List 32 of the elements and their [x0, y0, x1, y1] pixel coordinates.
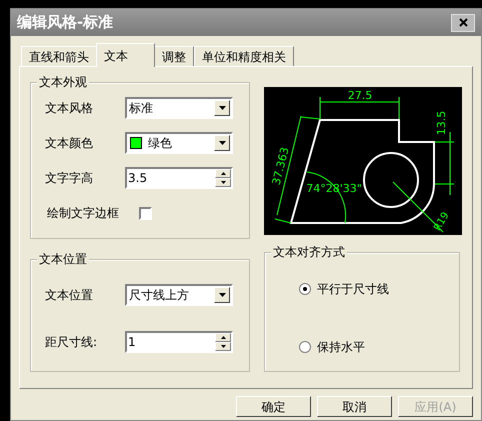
- group-title: 文本对齐方式: [271, 244, 347, 260]
- dialog-button[interactable]: 取消: [317, 396, 392, 417]
- radio-button[interactable]: [299, 341, 311, 353]
- spinner-buttons-icon[interactable]: [215, 169, 231, 187]
- radio-label: 保持水平: [317, 339, 365, 356]
- tab[interactable]: 文本: [96, 43, 155, 67]
- radio-option[interactable]: 保持水平: [299, 338, 459, 356]
- field-label: 绘制文字边框: [47, 205, 119, 222]
- field-label: 文字字高: [45, 170, 94, 187]
- checkbox[interactable]: [139, 206, 152, 220]
- field-label: 距尺寸线:: [45, 334, 98, 351]
- tab[interactable]: 单位和精度相关: [194, 46, 294, 66]
- close-button[interactable]: [451, 14, 475, 32]
- color-dropdown[interactable]: 绿色: [125, 132, 233, 154]
- radio-label: 平行于尺寸线: [317, 281, 389, 298]
- field-label: 文本颜色: [45, 135, 94, 152]
- radio-button[interactable]: [299, 283, 311, 295]
- dropdown[interactable]: 标准: [125, 97, 233, 119]
- spinner-buttons-icon[interactable]: [215, 333, 231, 351]
- tab[interactable]: 调整: [154, 46, 194, 66]
- radio-option[interactable]: 平行于尺寸线: [299, 280, 459, 298]
- group-title: 文本位置: [37, 251, 89, 267]
- window-title: 编辑风格-标准: [17, 12, 114, 34]
- close-icon: [458, 18, 468, 27]
- dropdown[interactable]: 尺寸线上方: [125, 284, 233, 306]
- field-label: 文本位置: [45, 287, 94, 304]
- group-title: 文本外观: [37, 74, 89, 90]
- dialog-button[interactable]: 确定: [236, 396, 311, 417]
- number-field[interactable]: 3.5: [125, 167, 233, 189]
- number-field[interactable]: 1: [125, 331, 233, 353]
- field-label: 文本风格: [45, 100, 94, 117]
- tab[interactable]: 直线和箭头: [21, 46, 97, 66]
